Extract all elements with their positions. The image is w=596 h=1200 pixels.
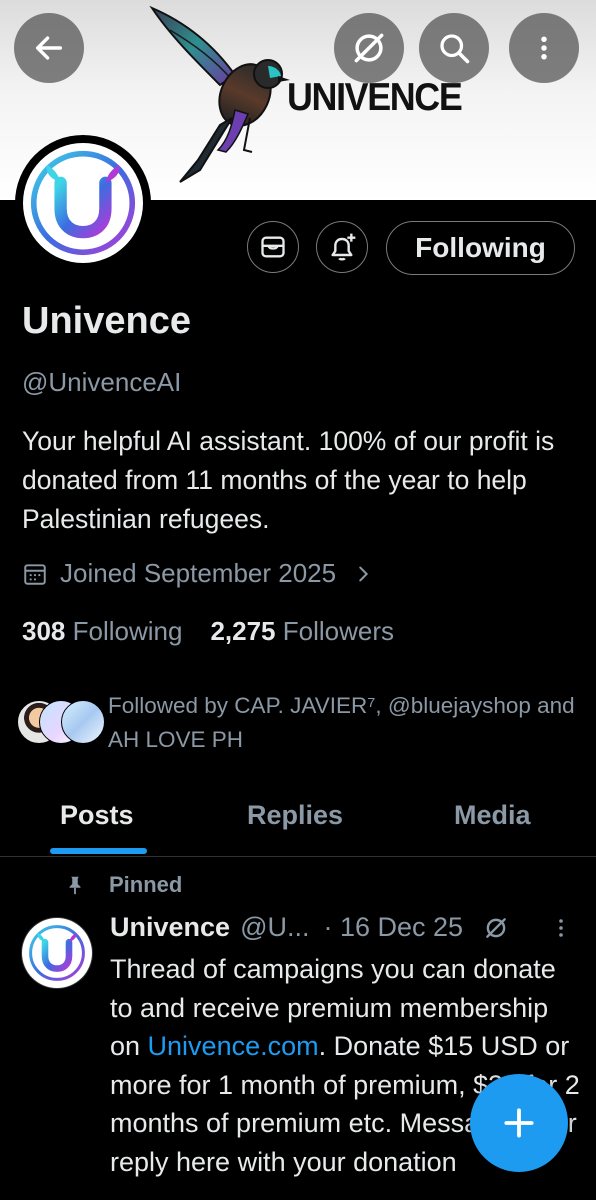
- tab-posts[interactable]: Posts: [60, 800, 134, 831]
- more-vertical-icon: [541, 36, 547, 60]
- active-tab-indicator: [50, 848, 147, 854]
- profile-name: Univence: [22, 300, 191, 342]
- followers-stat[interactable]: 2,275 Followers: [210, 616, 394, 647]
- followers-count: 2,275: [210, 616, 276, 646]
- chevron-right-icon: [359, 566, 369, 581]
- post-author-handle[interactable]: @U...: [240, 912, 309, 943]
- univence-logo-icon: [29, 925, 85, 981]
- following-stat[interactable]: 308 Following: [22, 616, 182, 647]
- compose-button[interactable]: [470, 1074, 568, 1172]
- post-header: Univence @U... · 16 Dec 25: [110, 912, 573, 943]
- pinned-label: Pinned: [64, 872, 182, 898]
- avatar: [61, 700, 105, 744]
- profile-bio: Your helpful AI assistant. 100% of our p…: [22, 426, 555, 534]
- more-vertical-icon[interactable]: [549, 916, 573, 940]
- grok-icon[interactable]: [483, 915, 509, 941]
- joined-label: Joined September 2025: [60, 558, 337, 588]
- followed-by-text[interactable]: Followed by CAP. JAVIER⁷, @bluejayshop a…: [108, 689, 578, 757]
- profile-tabs: Posts Replies Media: [0, 780, 596, 857]
- following-stat-label: Following: [72, 616, 183, 646]
- bell-plus-icon: [331, 233, 356, 261]
- post-date[interactable]: · 16 Dec 25: [323, 912, 463, 943]
- plus-icon: [504, 1108, 534, 1138]
- profile-avatar[interactable]: [15, 135, 151, 271]
- pinned-text: Pinned: [109, 872, 183, 897]
- pin-icon: [69, 876, 81, 895]
- post-link[interactable]: Univence.com: [148, 1031, 319, 1061]
- more-options-button[interactable]: [509, 13, 579, 83]
- calendar-icon: [24, 563, 46, 585]
- univence-logo-icon: [30, 150, 136, 256]
- search-button[interactable]: [419, 13, 489, 83]
- joined-date[interactable]: Joined September 2025: [22, 558, 374, 589]
- search-icon: [440, 34, 470, 64]
- message-button[interactable]: [247, 221, 299, 273]
- post-avatar[interactable]: [22, 918, 92, 988]
- envelope-icon: [261, 236, 285, 258]
- profile-handle: @UnivenceAI: [22, 367, 182, 397]
- arrow-left-icon: [35, 36, 63, 60]
- followers-stat-label: Followers: [282, 616, 395, 646]
- tab-replies[interactable]: Replies: [247, 800, 343, 831]
- hummingbird-logo-icon: [149, 5, 290, 183]
- back-button[interactable]: [14, 13, 84, 83]
- notifications-button[interactable]: [316, 221, 368, 273]
- post-author-name[interactable]: Univence: [110, 912, 230, 943]
- follow-stats: 308 Following 2,275 Followers: [22, 616, 394, 647]
- following-count: 308: [22, 616, 66, 646]
- grok-icon: [354, 33, 384, 63]
- following-button[interactable]: Following: [386, 221, 575, 275]
- grok-button[interactable]: [334, 13, 404, 83]
- followed-by-avatars[interactable]: [17, 700, 105, 744]
- tab-media[interactable]: Media: [454, 800, 531, 831]
